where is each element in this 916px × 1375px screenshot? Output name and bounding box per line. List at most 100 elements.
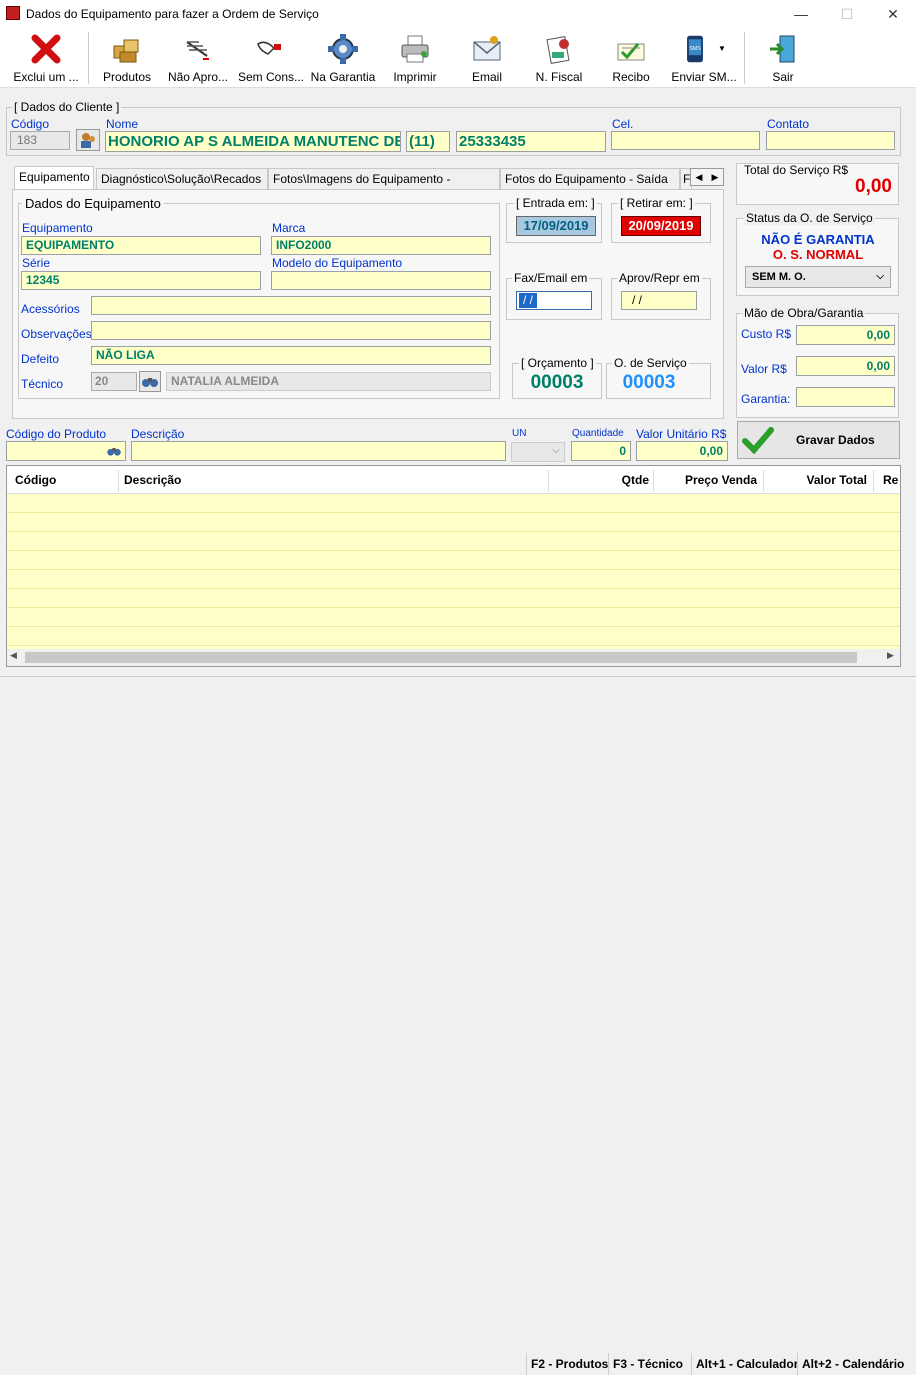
sms-phone-icon: SMS: [687, 35, 703, 63]
tecnico-code-field[interactable]: 20: [91, 372, 137, 391]
status-alt2: Alt+2 - Calendário: [797, 1353, 916, 1375]
toolbar-separator: [744, 32, 745, 84]
not-approved-button[interactable]: Não Apro...: [164, 30, 232, 86]
receipt-button[interactable]: Recibo: [600, 30, 662, 86]
retirar-date-field[interactable]: 20/09/2019: [621, 216, 701, 236]
defeito-field[interactable]: NÃO LIGA: [91, 346, 491, 365]
product-code-field[interactable]: [6, 441, 126, 461]
col-divider: [653, 470, 654, 492]
marca-field[interactable]: INFO2000: [271, 236, 491, 255]
client-name-field[interactable]: HONORIO AP S ALMEIDA MANUTENC DE: [105, 131, 401, 152]
valor-unitario-field[interactable]: 0,00: [636, 441, 728, 461]
chevron-down-icon: ⌵: [876, 271, 884, 282]
toolbar-label: Exclui um ...: [13, 70, 79, 84]
cel-field[interactable]: [611, 131, 760, 150]
email-button[interactable]: Email: [456, 30, 518, 86]
status-select-value: SEM M. O.: [752, 271, 806, 283]
modelo-field[interactable]: [271, 271, 491, 290]
entrada-date-field[interactable]: 17/09/2019: [516, 216, 596, 236]
tab-fotos-saida[interactable]: Fotos do Equipamento - Saída 1: [500, 168, 680, 206]
grid-header-valor-total[interactable]: Valor Total: [767, 466, 867, 494]
warranty-button[interactable]: Na Garantia: [310, 30, 376, 86]
tab-fotos-entrada[interactable]: Fotos\Imagens do Equipamento - Entrada: [268, 168, 500, 206]
scroll-left-icon[interactable]: ◀: [10, 650, 17, 661]
garantia-field[interactable]: [796, 387, 895, 407]
grid-header-more[interactable]: Re: [883, 466, 900, 494]
status-label: Status da O. de Serviço: [744, 211, 875, 225]
binoculars-icon[interactable]: [105, 443, 123, 459]
contato-field[interactable]: [766, 131, 895, 150]
un-select[interactable]: ⌵: [511, 442, 565, 462]
no-repair-button[interactable]: Sem Cons...: [236, 30, 306, 86]
toolbar: Exclui um ... Produtos Não Apro... Sem C…: [0, 28, 916, 88]
save-button[interactable]: Gravar Dados: [737, 421, 900, 459]
scrollbar-thumb[interactable]: [25, 652, 857, 663]
scroll-right-icon[interactable]: ▶: [887, 650, 894, 661]
grid-header-descricao[interactable]: Descrição: [124, 466, 181, 494]
modelo-label: Modelo do Equipamento: [272, 256, 403, 270]
toolbar-label: Não Apro...: [167, 70, 229, 84]
grid-header-qtde[interactable]: Qtde: [567, 466, 649, 494]
total-label: Total do Serviço R$: [744, 163, 849, 177]
exit-button[interactable]: Sair: [752, 30, 814, 86]
warranty-gear-icon: [328, 34, 358, 64]
marca-label: Marca: [272, 221, 306, 235]
grid-header-preco[interactable]: Preço Venda: [659, 466, 757, 494]
col-divider: [763, 470, 764, 492]
codigo-label: Código: [11, 117, 50, 131]
close-button[interactable]: ✕: [870, 0, 916, 28]
cel-label: Cel.: [612, 117, 634, 131]
total-value: 0,00: [855, 176, 892, 197]
window-title: Dados do Equipamento para fazer a Ordem …: [26, 7, 319, 21]
receipt-icon: [617, 43, 645, 61]
valor-field[interactable]: 0,00: [796, 356, 895, 376]
tab-scroll-right-icon[interactable]: ▶: [707, 169, 723, 185]
printer-icon: [401, 35, 429, 63]
grid-horizontal-scrollbar[interactable]: ◀ ▶: [7, 649, 900, 666]
products-button[interactable]: Produtos: [96, 30, 158, 86]
email-icon: [473, 36, 501, 61]
product-description-label: Descrição: [131, 427, 185, 441]
product-description-field[interactable]: [131, 441, 506, 461]
tab-scroll-left-icon[interactable]: ◀: [691, 169, 707, 185]
tab-equipamento[interactable]: Equipamento: [14, 166, 94, 190]
invoice-icon: [546, 36, 570, 64]
aprov-date-field[interactable]: / /: [621, 291, 697, 310]
print-button[interactable]: Imprimir: [384, 30, 446, 86]
valor-unitario-label: Valor Unitário R$: [636, 427, 727, 441]
grid-body[interactable]: [7, 494, 900, 650]
observacoes-field[interactable]: [91, 321, 491, 340]
products-grid[interactable]: Código Descrição Qtde Preço Venda Valor …: [6, 465, 901, 667]
client-search-button[interactable]: [76, 129, 100, 151]
grid-header-codigo[interactable]: Código: [15, 466, 56, 494]
invoice-button[interactable]: N. Fiscal: [528, 30, 590, 86]
send-sms-button[interactable]: SMS ▼ Enviar SM...: [668, 30, 740, 86]
entrada-label: [ Entrada em: ]: [514, 196, 597, 210]
retirar-label: [ Retirar em: ]: [618, 196, 695, 210]
maximize-button[interactable]: ☐: [824, 0, 870, 28]
chevron-down-icon[interactable]: ▼: [718, 44, 726, 53]
client-phone-field[interactable]: 25333435: [456, 131, 606, 152]
equipamento-label: Equipamento: [22, 221, 93, 235]
tab-diagnostico[interactable]: Diagnóstico\Solução\Recados: [96, 168, 268, 190]
serie-field[interactable]: 12345: [21, 271, 261, 290]
custo-field[interactable]: 0,00: [796, 325, 895, 345]
quantidade-field[interactable]: 0: [571, 441, 631, 461]
equipamento-field[interactable]: EQUIPAMENTO: [21, 236, 261, 255]
fax-label: Fax/Email em: [512, 271, 590, 285]
client-ddd-field[interactable]: (11): [406, 131, 450, 152]
chevron-down-icon: ⌵: [552, 445, 560, 456]
status-alt1: Alt+1 - Calculadora: [691, 1353, 797, 1375]
fax-date-field[interactable]: / /: [516, 291, 592, 310]
minimize-button[interactable]: —: [778, 0, 824, 28]
equipment-group-title: Dados do Equipamento: [22, 196, 164, 211]
checkmark-icon: [742, 427, 774, 455]
binoculars-icon: [142, 378, 158, 387]
tecnico-label: Técnico: [21, 377, 64, 391]
delete-button[interactable]: Exclui um ...: [10, 30, 82, 86]
client-code-field[interactable]: 183: [10, 131, 70, 150]
acessorios-field[interactable]: [91, 296, 491, 315]
status-select[interactable]: SEM M. O. ⌵: [745, 266, 891, 288]
quantidade-label: Quantidade: [572, 428, 624, 439]
tecnico-search-button[interactable]: [139, 371, 161, 392]
